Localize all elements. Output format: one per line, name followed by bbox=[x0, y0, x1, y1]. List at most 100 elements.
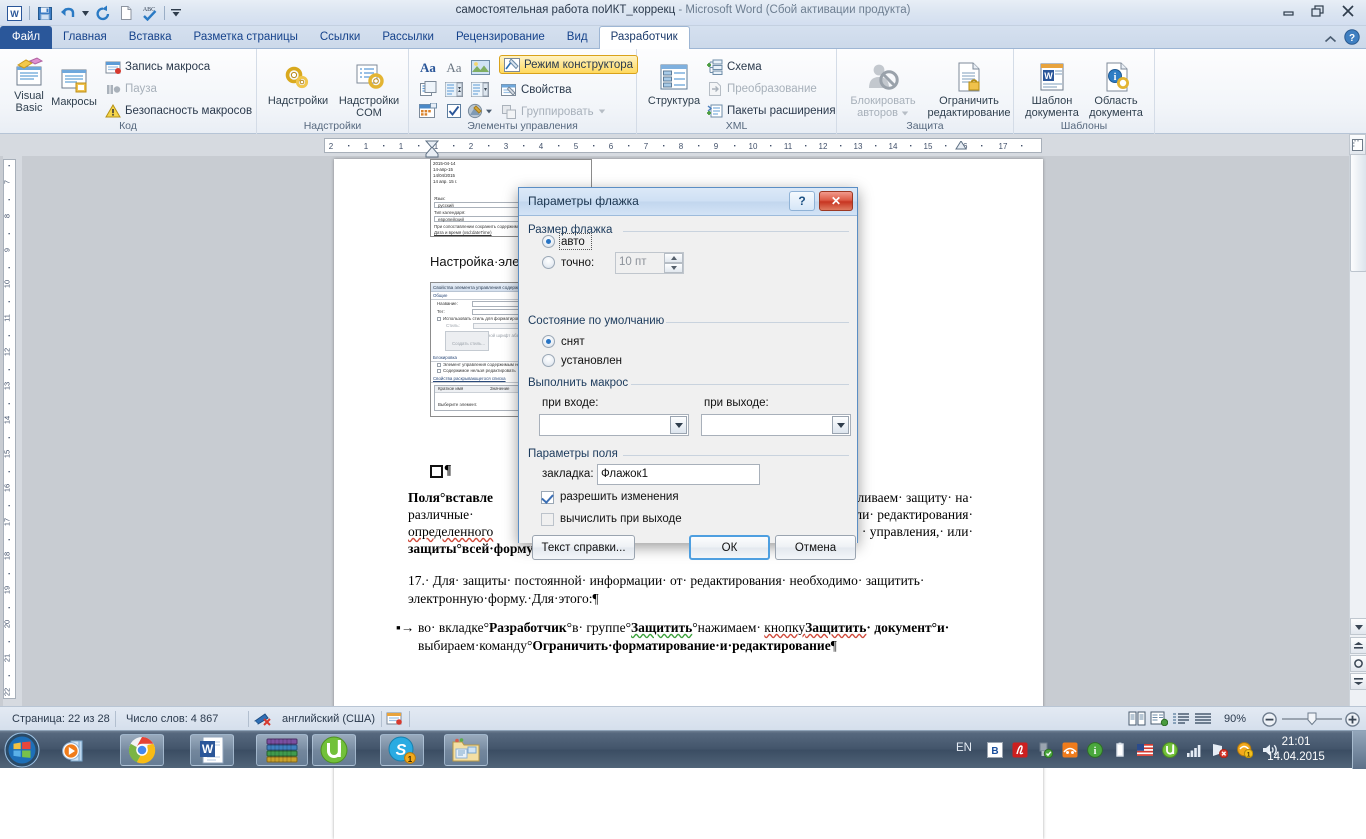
battery-icon[interactable] bbox=[1112, 742, 1128, 758]
radio-exact[interactable] bbox=[542, 256, 555, 269]
checkbox-calculate-on-exit-label[interactable]: вычислить при выходе bbox=[560, 513, 682, 525]
horizontal-ruler[interactable]: 211 123 456 789 101112 131415 1617 bbox=[0, 134, 1366, 158]
us-flag-icon[interactable] bbox=[1137, 742, 1153, 758]
utorrent-tray-icon[interactable] bbox=[1162, 742, 1178, 758]
spinner-up-button[interactable] bbox=[664, 253, 683, 263]
right-indent-marker[interactable] bbox=[955, 137, 967, 150]
radio-checked[interactable] bbox=[542, 354, 555, 367]
picture-content-control-icon[interactable] bbox=[467, 56, 493, 78]
check-box-form-field-options-dialog[interactable]: Параметры флажка ? ✕ Размер флажка авто … bbox=[518, 187, 858, 560]
restore-button[interactable] bbox=[1304, 2, 1332, 20]
status-word-count[interactable]: Число слов: 4 867 bbox=[118, 707, 226, 731]
tab-page-layout[interactable]: Разметка страницы bbox=[183, 26, 309, 49]
bookmark-input[interactable]: Флажок1 bbox=[597, 464, 760, 485]
schema-button[interactable]: Схема bbox=[707, 57, 762, 76]
plain-text-content-control-icon[interactable]: Aa bbox=[441, 56, 467, 78]
paragraph-17[interactable]: 17.· Для· защиты· постоянной· информации… bbox=[408, 572, 973, 608]
media-player-icon[interactable] bbox=[62, 739, 88, 763]
checkbox-allow-changes[interactable] bbox=[541, 491, 554, 504]
show-desktop-button[interactable] bbox=[1352, 731, 1366, 769]
radio-checked-label[interactable]: установлен bbox=[561, 355, 622, 367]
dropdown-list-content-control-icon[interactable] bbox=[467, 78, 493, 100]
web-layout-view-icon[interactable] bbox=[1172, 711, 1190, 727]
xml-structure-button[interactable]: Структура bbox=[643, 63, 705, 108]
tab-home[interactable]: Главная bbox=[52, 26, 118, 49]
legacy-tools-dropdown-icon[interactable] bbox=[486, 109, 492, 113]
tab-references[interactable]: Ссылки bbox=[309, 26, 372, 49]
record-macro-button[interactable]: Запись макроса bbox=[105, 57, 210, 76]
status-language[interactable]: английский (США) bbox=[274, 707, 383, 731]
tray-language-indicator[interactable]: EN bbox=[956, 742, 972, 754]
minimize-button[interactable] bbox=[1274, 2, 1302, 20]
asus-utility-icon[interactable] bbox=[1062, 742, 1078, 758]
zoom-in-icon[interactable] bbox=[1345, 712, 1360, 727]
document-panel-button[interactable]: i Область документа bbox=[1082, 61, 1150, 119]
scroll-down-button[interactable] bbox=[1350, 618, 1366, 635]
vertical-scrollbar-thumb[interactable] bbox=[1350, 152, 1366, 272]
bluetooth-icon[interactable]: B bbox=[987, 742, 1003, 758]
tab-view[interactable]: Вид bbox=[556, 26, 599, 49]
spinner-down-button[interactable] bbox=[664, 263, 683, 273]
previous-page-button[interactable] bbox=[1350, 637, 1366, 654]
full-screen-reading-view-icon[interactable] bbox=[1150, 711, 1169, 727]
combo-box-content-control-icon[interactable] bbox=[441, 78, 467, 100]
tab-developer[interactable]: Разработчик bbox=[598, 26, 690, 49]
check-box-content-control-icon[interactable] bbox=[441, 100, 467, 122]
info-icon[interactable]: i bbox=[1087, 742, 1103, 758]
view-ruler-button[interactable] bbox=[1349, 134, 1366, 155]
first-line-indent-marker[interactable] bbox=[424, 136, 440, 149]
taskbar-explorer-folder[interactable] bbox=[444, 734, 488, 766]
restrict-editing-button[interactable]: Ограничить редактирование bbox=[925, 61, 1013, 119]
zoom-out-icon[interactable] bbox=[1262, 712, 1277, 727]
exact-size-spinner[interactable] bbox=[664, 253, 683, 273]
chevron-up-icon[interactable] bbox=[1324, 31, 1337, 49]
document-checkbox-field[interactable]: ¶ bbox=[430, 463, 452, 479]
properties-button[interactable]: Свойства bbox=[501, 80, 572, 99]
dialog-help-button[interactable]: ? bbox=[789, 191, 815, 211]
dialog-title-bar[interactable]: Параметры флажка ? ✕ bbox=[519, 188, 857, 216]
radio-unchecked[interactable] bbox=[542, 335, 555, 348]
select-browse-object-button[interactable] bbox=[1350, 655, 1366, 672]
next-page-button[interactable] bbox=[1350, 673, 1366, 690]
left-indent-marker[interactable] bbox=[424, 145, 440, 158]
taskbar-microsoft-word[interactable]: W bbox=[190, 734, 234, 766]
record-macro-status-icon[interactable] bbox=[386, 711, 403, 727]
macro-on-exit-combo[interactable] bbox=[701, 414, 851, 436]
proofing-errors-icon[interactable] bbox=[254, 711, 272, 727]
rich-text-content-control-icon[interactable]: Aa bbox=[415, 56, 441, 78]
windows-start-icon[interactable] bbox=[4, 732, 40, 768]
tab-mailings[interactable]: Рассылки bbox=[371, 26, 445, 49]
building-block-gallery-icon[interactable] bbox=[415, 78, 441, 100]
outline-view-icon[interactable] bbox=[1194, 711, 1212, 727]
print-layout-view-icon[interactable] bbox=[1128, 711, 1146, 727]
document-template-button[interactable]: W Шаблон документа bbox=[1018, 61, 1086, 119]
macros-button[interactable]: Макросы bbox=[47, 67, 101, 109]
com-addins-button[interactable]: Надстройки COM bbox=[333, 63, 405, 119]
help-icon[interactable]: ? bbox=[1344, 29, 1360, 50]
vertical-ruler-scale[interactable]: 7 8 9 10 11 12 13 14 15 16 17 18 19 20 2… bbox=[3, 159, 16, 699]
checkbox-allow-changes-label[interactable]: разрешить изменения bbox=[560, 491, 679, 503]
tab-review[interactable]: Рецензирование bbox=[445, 26, 556, 49]
close-button[interactable] bbox=[1334, 2, 1362, 20]
taskbar-google-chrome[interactable] bbox=[120, 734, 164, 766]
taskbar-clock[interactable]: 21:01 14.04.2015 bbox=[1248, 735, 1344, 765]
legacy-tools-icon[interactable] bbox=[467, 100, 493, 122]
taskbar-winrar[interactable] bbox=[256, 734, 308, 766]
ok-button[interactable]: ОК bbox=[689, 535, 770, 560]
tab-file[interactable]: Файл bbox=[0, 26, 52, 49]
taskbar-utorrent[interactable] bbox=[312, 734, 356, 766]
expansion-packs-button[interactable]: Пакеты расширения bbox=[707, 101, 836, 120]
radio-unchecked-label[interactable]: снят bbox=[561, 336, 585, 348]
design-mode-button[interactable]: Режим конструктора bbox=[499, 55, 639, 74]
status-page-number[interactable]: Страница: 22 из 28 bbox=[4, 707, 118, 731]
signal-strength-icon[interactable] bbox=[1187, 742, 1203, 758]
radio-auto[interactable] bbox=[542, 235, 555, 248]
radio-auto-label[interactable]: авто bbox=[561, 236, 585, 248]
vertical-scrollbar[interactable] bbox=[1349, 134, 1366, 706]
network-error-icon[interactable] bbox=[1212, 742, 1229, 759]
macro-on-exit-combo-arrow[interactable] bbox=[832, 416, 849, 434]
status-zoom-level[interactable]: 90% bbox=[1224, 707, 1246, 731]
macro-security-button[interactable]: Безопасность макросов bbox=[105, 101, 252, 120]
checkbox-calculate-on-exit[interactable] bbox=[541, 513, 554, 526]
help-text-button[interactable]: Текст справки... bbox=[532, 535, 635, 560]
